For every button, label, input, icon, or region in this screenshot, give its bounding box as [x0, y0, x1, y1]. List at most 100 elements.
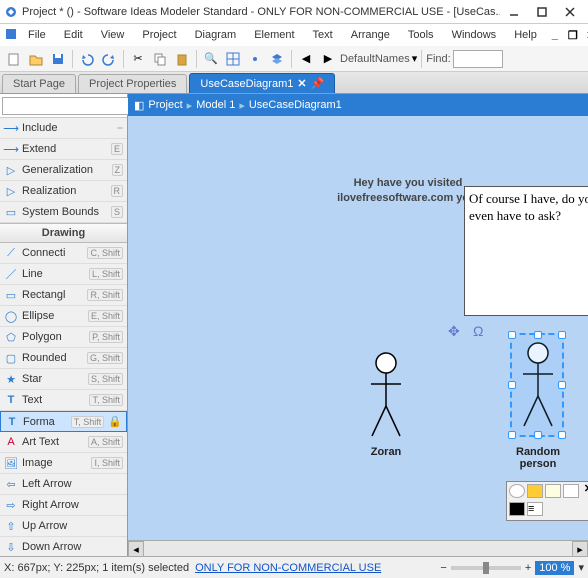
- menu-file[interactable]: File: [20, 27, 54, 43]
- tool-ellipse[interactable]: ◯EllipseE, Shift: [0, 306, 127, 327]
- selection-handle[interactable]: [508, 431, 516, 439]
- tab-close-icon[interactable]: ✕: [297, 77, 306, 90]
- mini-fill-white-button[interactable]: [563, 484, 579, 498]
- rotate-handle-icon[interactable]: Ω: [473, 323, 483, 339]
- tool-text[interactable]: TTextT, Shift: [0, 390, 127, 411]
- breadcrumb-project[interactable]: Project: [148, 99, 182, 111]
- lock-icon: 🔒: [108, 415, 122, 428]
- tool-system-bounds[interactable]: ▭System BoundsS: [0, 202, 127, 223]
- grid-button[interactable]: [223, 49, 243, 69]
- canvas-scroll[interactable]: Hey have you visited ilovefreesoftware.c…: [128, 116, 588, 540]
- zoom-in-button[interactable]: 🔍: [201, 49, 221, 69]
- menu-diagram[interactable]: Diagram: [187, 27, 245, 43]
- tool-extend[interactable]: ⟶ExtendE: [0, 139, 127, 160]
- menu-view[interactable]: View: [93, 27, 133, 43]
- selection-handle[interactable]: [534, 431, 542, 439]
- tool-include[interactable]: ⟶Include: [0, 118, 127, 139]
- tab-pin-icon[interactable]: 📌: [311, 77, 325, 90]
- zoom-dropdown-icon[interactable]: ▾: [578, 561, 584, 574]
- zoom-thumb[interactable]: [483, 562, 489, 574]
- tool-image[interactable]: 🖼ImageI, Shift: [0, 453, 127, 474]
- tool-connection[interactable]: ⟋ConnectiC, Shift: [0, 243, 127, 264]
- mini-fill-black-button[interactable]: [509, 502, 525, 516]
- chevron-right-icon: ▸: [187, 99, 193, 112]
- snap-button[interactable]: [245, 49, 265, 69]
- diagram-canvas[interactable]: Hey have you visited ilovefreesoftware.c…: [128, 116, 588, 540]
- doc-restore-button[interactable]: ❐: [565, 27, 581, 43]
- connection-icon: ⟋: [4, 246, 18, 260]
- tool-art-text[interactable]: AArt TextA, Shift: [0, 432, 127, 453]
- save-button[interactable]: [48, 49, 68, 69]
- tool-right-arrow[interactable]: ⇨Right Arrow: [0, 495, 127, 516]
- scroll-left-button[interactable]: ◂: [128, 541, 144, 557]
- new-button[interactable]: [4, 49, 24, 69]
- tool-rectangle[interactable]: ▭RectanglR, Shift: [0, 285, 127, 306]
- actor-random-person[interactable]: [518, 341, 558, 431]
- zoom-slider[interactable]: [451, 566, 521, 570]
- redo-button[interactable]: [99, 49, 119, 69]
- file-icon: [4, 27, 18, 44]
- tool-down-arrow[interactable]: ⇩Down Arrow: [0, 537, 127, 556]
- actor-zoran[interactable]: [366, 351, 406, 441]
- tool-line[interactable]: ／LineL, Shift: [0, 264, 127, 285]
- menu-element[interactable]: Element: [246, 27, 302, 43]
- selection-handle[interactable]: [558, 431, 566, 439]
- tab-usecasediagram1[interactable]: UseCaseDiagram1 ✕ 📌: [189, 73, 335, 93]
- open-button[interactable]: [26, 49, 46, 69]
- tool-star[interactable]: ★StarS, Shift: [0, 369, 127, 390]
- prev-button[interactable]: ◀: [296, 49, 316, 69]
- zoom-in-button[interactable]: +: [525, 562, 531, 574]
- status-license-link[interactable]: ONLY FOR NON-COMMERCIAL USE: [195, 562, 381, 574]
- find-input[interactable]: [453, 50, 503, 68]
- close-button[interactable]: [556, 2, 584, 22]
- menu-project[interactable]: Project: [134, 27, 184, 43]
- selection-handle[interactable]: [534, 331, 542, 339]
- tool-polygon[interactable]: ⬠PolygonP, Shift: [0, 327, 127, 348]
- mini-toolbar-close-icon[interactable]: ✕: [584, 482, 588, 495]
- maximize-button[interactable]: [528, 2, 556, 22]
- tool-format[interactable]: TFormaT, Shift🔒: [0, 411, 127, 432]
- menu-arrange[interactable]: Arrange: [343, 27, 398, 43]
- breadcrumb-home-icon[interactable]: ◧: [134, 99, 144, 112]
- next-button[interactable]: ▶: [318, 49, 338, 69]
- undo-button[interactable]: [77, 49, 97, 69]
- cut-button[interactable]: ✂: [128, 49, 148, 69]
- zoom-out-button[interactable]: −: [440, 562, 446, 574]
- horizontal-scrollbar[interactable]: ◂ ▸: [128, 540, 588, 556]
- menu-help[interactable]: Help: [506, 27, 545, 43]
- breadcrumb-diagram[interactable]: UseCaseDiagram1: [249, 99, 342, 111]
- menu-windows[interactable]: Windows: [444, 27, 505, 43]
- paste-button[interactable]: [172, 49, 192, 69]
- tool-rounded[interactable]: ▢RoundedG, Shift: [0, 348, 127, 369]
- tab-project-properties[interactable]: Project Properties: [78, 74, 187, 93]
- note-element[interactable]: Of course I have, do you even have to as…: [464, 186, 588, 316]
- selection-handle[interactable]: [508, 381, 516, 389]
- doc-close-button[interactable]: ✕: [583, 27, 588, 43]
- zoom-percent[interactable]: 100 %: [535, 561, 574, 575]
- mini-actor-button[interactable]: [527, 484, 543, 498]
- tool-realization[interactable]: ▷RealizationR: [0, 181, 127, 202]
- workspace: 🔍 ⟶Include ⟶ExtendE ▷GeneralizationZ ▷Re…: [0, 94, 588, 556]
- menu-edit[interactable]: Edit: [56, 27, 91, 43]
- tool-up-arrow[interactable]: ⇧Up Arrow: [0, 516, 127, 537]
- menu-text[interactable]: Text: [305, 27, 341, 43]
- minimize-button[interactable]: [500, 2, 528, 22]
- breadcrumb-model[interactable]: Model 1: [196, 99, 235, 111]
- actor-random-person-label: Random person: [498, 446, 578, 470]
- move-handle-icon[interactable]: ✥: [448, 323, 460, 340]
- tool-left-arrow[interactable]: ⇦Left Arrow: [0, 474, 127, 495]
- tab-start-page[interactable]: Start Page: [2, 74, 76, 93]
- doc-minimize-button[interactable]: _: [547, 27, 563, 43]
- menu-tools[interactable]: Tools: [400, 27, 442, 43]
- layers-button[interactable]: [267, 49, 287, 69]
- scroll-right-button[interactable]: ▸: [572, 541, 588, 557]
- mini-note-button[interactable]: [545, 484, 561, 498]
- tool-generalization[interactable]: ▷GeneralizationZ: [0, 160, 127, 181]
- selection-handle[interactable]: [558, 381, 566, 389]
- copy-button[interactable]: [150, 49, 170, 69]
- mini-lines-button[interactable]: ≡: [527, 502, 543, 516]
- selection-handle[interactable]: [558, 331, 566, 339]
- dropdown-arrow-icon[interactable]: ▾: [412, 52, 418, 65]
- selection-handle[interactable]: [508, 331, 516, 339]
- mini-ellipse-button[interactable]: [509, 484, 525, 498]
